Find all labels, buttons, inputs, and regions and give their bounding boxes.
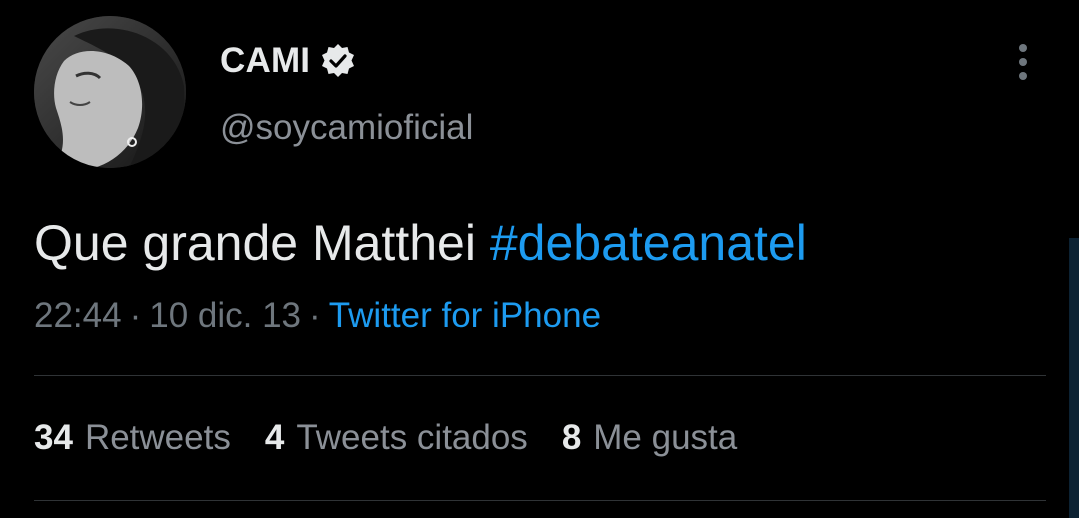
tweet-body: Que grande Matthei bbox=[34, 215, 476, 271]
scrollbar[interactable] bbox=[1069, 238, 1079, 518]
meta-separator: · bbox=[309, 296, 321, 335]
author-handle[interactable]: @soycamioficial bbox=[220, 108, 473, 148]
tweet-time: 22:44 bbox=[34, 296, 122, 335]
meta-separator: · bbox=[129, 296, 142, 335]
stat-label: Me gusta bbox=[593, 418, 738, 457]
avatar[interactable] bbox=[34, 16, 186, 168]
stat-count: 4 bbox=[264, 418, 285, 457]
more-vertical-icon[interactable] bbox=[1008, 40, 1038, 84]
tweet-date: 10 dic. 13 bbox=[149, 296, 302, 335]
divider bbox=[34, 500, 1046, 501]
stat-label: Tweets citados bbox=[296, 418, 528, 457]
retweets-stat[interactable]: 34 Retweets bbox=[34, 418, 231, 458]
stat-label: Retweets bbox=[84, 418, 231, 457]
hashtag-link[interactable]: #debateanatel bbox=[490, 215, 807, 271]
tweet-text: Que grande Matthei #debateanatel bbox=[34, 214, 807, 272]
tweet-stats: 34 Retweets 4 Tweets citados 8 Me gusta bbox=[34, 418, 737, 458]
author-name-row[interactable]: CAMI bbox=[220, 40, 356, 82]
more-dot bbox=[1019, 72, 1027, 80]
tweet-meta: 22:44 · 10 dic. 13 · Twitter for iPhone bbox=[34, 296, 601, 336]
likes-stat[interactable]: 8 Me gusta bbox=[562, 418, 737, 458]
divider bbox=[34, 375, 1046, 376]
author-name[interactable]: CAMI bbox=[220, 41, 310, 81]
more-dot bbox=[1019, 58, 1027, 66]
verified-badge-icon bbox=[322, 44, 355, 77]
stat-count: 34 bbox=[34, 418, 73, 457]
avatar-image bbox=[34, 16, 186, 168]
tweet-source-link[interactable]: Twitter for iPhone bbox=[329, 296, 601, 335]
stat-count: 8 bbox=[561, 418, 582, 457]
quote-tweets-stat[interactable]: 4 Tweets citados bbox=[265, 418, 528, 458]
more-dot bbox=[1019, 44, 1027, 52]
